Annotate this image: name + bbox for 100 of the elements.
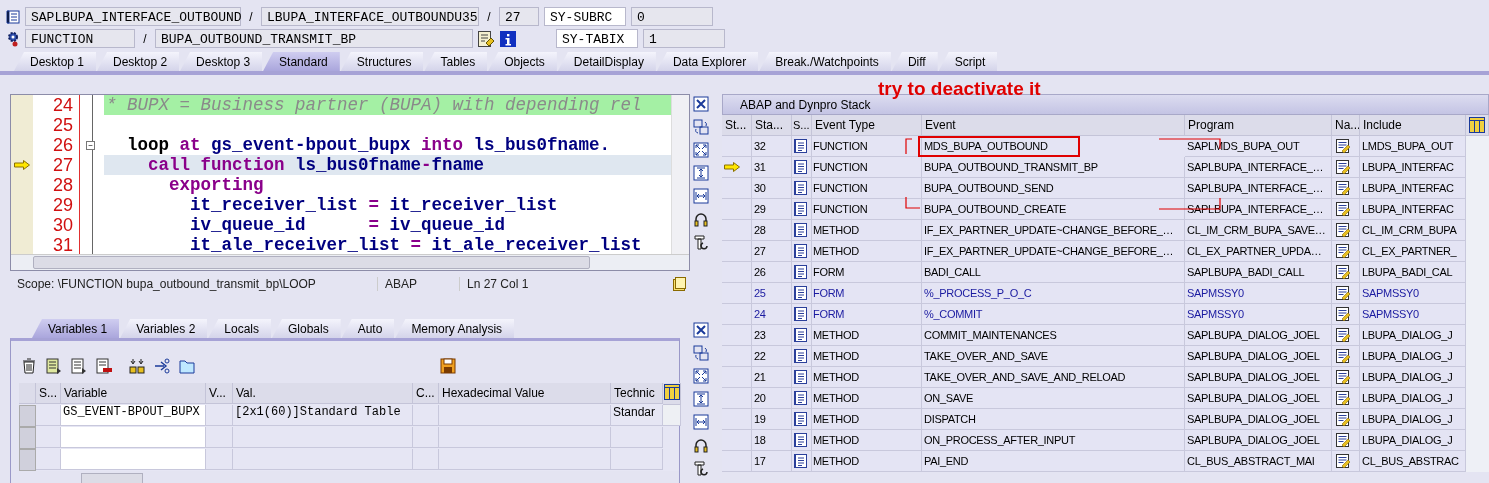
close-icon[interactable] xyxy=(693,96,709,112)
edit-document-icon[interactable] xyxy=(1336,244,1351,258)
tab[interactable]: Auto xyxy=(341,319,395,338)
vertical-scrollbar[interactable] xyxy=(663,405,681,426)
column-header[interactable]: Val. xyxy=(233,383,413,404)
document-icon[interactable] xyxy=(794,454,807,468)
tab[interactable]: Memory Analysis xyxy=(395,319,515,338)
document-icon[interactable] xyxy=(794,202,807,216)
document-icon[interactable] xyxy=(794,433,807,447)
vertical-scrollbar[interactable] xyxy=(671,95,689,254)
swap-icon[interactable] xyxy=(693,345,709,361)
column-settings-icon[interactable] xyxy=(664,384,680,400)
column-header[interactable]: Technic xyxy=(611,383,663,404)
horizontal-resize-icon[interactable] xyxy=(693,414,709,430)
edit-document-icon[interactable] xyxy=(1336,433,1351,447)
column-header[interactable]: Sta... xyxy=(752,115,792,136)
vertical-resize-icon[interactable] xyxy=(693,391,709,407)
column-header[interactable]: Program xyxy=(1185,115,1332,136)
delete-row-icon[interactable] xyxy=(96,358,112,374)
column-header[interactable]: Event xyxy=(922,115,1185,136)
document-icon[interactable] xyxy=(794,286,807,300)
tools-icon[interactable] xyxy=(693,460,709,476)
column-header[interactable]: Hexadecimal Value xyxy=(439,383,611,404)
insert-row-icon[interactable] xyxy=(71,358,87,374)
variable-input[interactable] xyxy=(61,449,206,470)
horizontal-resize-icon[interactable] xyxy=(693,188,709,204)
document-icon[interactable] xyxy=(794,349,807,363)
column-header[interactable]: St... xyxy=(722,115,752,136)
notes-icon[interactable] xyxy=(673,277,686,291)
document-icon[interactable] xyxy=(794,265,807,279)
tab[interactable]: Objects xyxy=(488,52,557,71)
select-all-cell[interactable] xyxy=(19,383,36,404)
edit-document-icon[interactable] xyxy=(1336,286,1351,300)
tab[interactable]: Break./Watchpoints xyxy=(759,52,891,71)
edit-document-icon[interactable] xyxy=(1336,391,1351,405)
tab[interactable]: Globals xyxy=(272,319,341,338)
tab[interactable]: Structures xyxy=(340,52,424,71)
column-header[interactable]: S... xyxy=(792,115,812,136)
trash-icon[interactable] xyxy=(21,358,37,374)
document-icon[interactable] xyxy=(794,139,807,153)
tools-icon[interactable] xyxy=(693,234,709,250)
column-header[interactable]: V... xyxy=(206,383,233,404)
headset-icon[interactable] xyxy=(693,211,709,227)
swap-icon[interactable] xyxy=(693,119,709,135)
tab[interactable]: Tables xyxy=(424,52,488,71)
tab[interactable]: Diff xyxy=(891,52,938,71)
collapse-icon[interactable] xyxy=(86,140,95,150)
document-icon[interactable] xyxy=(794,412,807,426)
tab[interactable]: Script xyxy=(938,52,998,71)
maximize-icon[interactable] xyxy=(693,368,709,384)
tab[interactable]: DetailDisplay xyxy=(557,52,656,71)
column-header[interactable]: Na... xyxy=(1332,115,1360,136)
vertical-scrollbar[interactable] xyxy=(1466,136,1489,472)
tab[interactable]: Standard xyxy=(263,52,340,71)
document-icon[interactable] xyxy=(794,160,807,174)
edit-document-icon[interactable] xyxy=(1336,139,1351,153)
info-icon[interactable] xyxy=(500,30,516,47)
headset-icon[interactable] xyxy=(693,437,709,453)
column-header[interactable]: Event Type xyxy=(812,115,922,136)
maximize-icon[interactable] xyxy=(693,142,709,158)
horizontal-scrollbar[interactable] xyxy=(11,254,689,270)
edit-document-icon[interactable] xyxy=(1336,202,1351,216)
column-header[interactable]: Variable xyxy=(61,383,206,404)
tab[interactable]: Data Explorer xyxy=(656,52,759,71)
edit-document-icon[interactable] xyxy=(1336,349,1351,363)
column-header[interactable]: Include xyxy=(1360,115,1466,136)
edit-document-icon[interactable] xyxy=(1336,370,1351,384)
tab[interactable]: Desktop 3 xyxy=(180,52,263,71)
edit-document-icon[interactable] xyxy=(1336,223,1351,237)
edit-document-icon[interactable] xyxy=(1336,307,1351,321)
column-header[interactable]: S... xyxy=(36,383,61,404)
column-header[interactable]: C... xyxy=(413,383,439,404)
save-icon[interactable] xyxy=(440,358,456,374)
document-icon[interactable] xyxy=(794,370,807,384)
edit-document-icon[interactable] xyxy=(1336,454,1351,468)
folder-icon[interactable] xyxy=(179,358,195,374)
tab[interactable]: Variables 2 xyxy=(120,319,208,338)
edit-document-icon[interactable] xyxy=(1336,181,1351,195)
tab[interactable]: Desktop 1 xyxy=(14,52,97,71)
document-icon[interactable] xyxy=(794,307,807,321)
variable-input[interactable] xyxy=(61,427,206,448)
document-icon[interactable] xyxy=(794,328,807,342)
expand-icon[interactable] xyxy=(129,358,145,374)
display-list-icon[interactable] xyxy=(478,30,495,47)
document-icon[interactable] xyxy=(794,181,807,195)
document-icon[interactable] xyxy=(794,391,807,405)
edit-document-icon[interactable] xyxy=(1336,265,1351,279)
edit-document-icon[interactable] xyxy=(1336,328,1351,342)
edit-document-icon[interactable] xyxy=(1336,412,1351,426)
close-icon[interactable] xyxy=(693,322,709,338)
share-icon[interactable] xyxy=(154,358,170,374)
column-settings-icon[interactable] xyxy=(1469,117,1485,133)
document-icon[interactable] xyxy=(794,223,807,237)
document-icon[interactable] xyxy=(794,244,807,258)
append-row-icon[interactable] xyxy=(46,358,62,374)
tab[interactable]: Desktop 2 xyxy=(97,52,180,71)
edit-document-icon[interactable] xyxy=(1336,160,1351,174)
tab[interactable]: Locals xyxy=(208,319,271,338)
vertical-resize-icon[interactable] xyxy=(693,165,709,181)
tab[interactable]: Variables 1 xyxy=(32,319,120,338)
